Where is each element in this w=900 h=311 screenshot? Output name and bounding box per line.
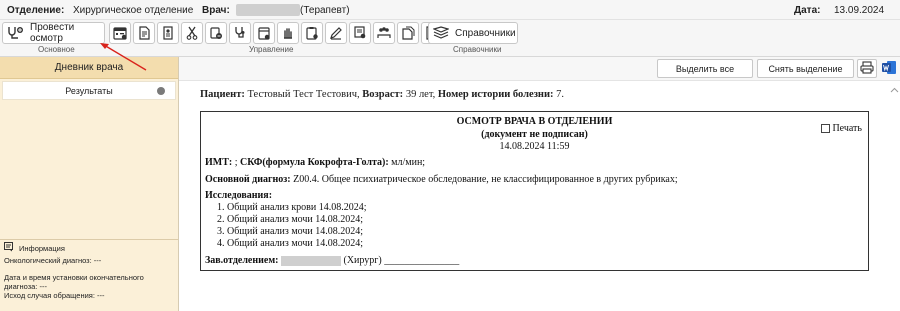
drugs-icon [209,26,223,40]
stethoscope-button[interactable] [229,22,251,44]
calendar-button[interactable] [253,22,275,44]
onco-diagnosis: Онкологический диагноз: --- [4,256,102,265]
document-icon [137,26,151,40]
vertical-scrollbar[interactable] [889,81,900,311]
sidebar: Дневник врача Результаты Информация Онко… [0,57,179,311]
study-item: 3. Общий анализ мочи 14.08.2024; [217,226,364,237]
head-label: Зав.отделением: [205,255,279,266]
print-checkbox[interactable]: Печать [821,123,862,134]
scissors-icon [185,26,199,40]
reference-button-label: Справочники [455,27,516,39]
head-signature-line: Зав.отделением: (Хирург) _______________ [205,255,459,266]
clipboard-button[interactable] [301,22,323,44]
clipboard-icon [305,26,319,40]
studies-label: Исследования: [205,190,273,201]
word-export-button[interactable] [879,59,898,78]
age-label: Возраст: [362,89,404,100]
certificate-icon [353,26,367,40]
age-value: 39 лет, [405,89,436,100]
study-item: 2. Общий анализ мочи 14.08.2024; [217,214,364,225]
calendar-list-icon [113,26,127,40]
sidebar-item-results[interactable]: Результаты [2,81,176,100]
stethoscope-icon [233,26,247,40]
pen-edit-button[interactable] [325,22,347,44]
stack-icon [433,26,449,40]
header-bar: Отделение: Хирургическое отделение Врач:… [0,0,900,20]
printer-doc-icon [161,26,175,40]
deselect-button[interactable]: Снять выделение [757,59,854,78]
diagnosis-label: Основной диагноз: [205,174,291,185]
content-toolbar: Выделить все Снять выделение [179,57,900,81]
info-title: Информация [19,243,65,253]
history-label: Номер истории болезни: [437,89,554,100]
folder-button[interactable] [397,22,419,44]
final-diagnosis-date: Дата и время установки окончательного ди… [4,273,144,291]
print-checkbox-label: Печать [832,123,862,134]
hand-icon [281,26,295,40]
info-panel: Информация Онкологический диагноз: --- Д… [0,239,178,311]
scroll-up-icon[interactable] [890,85,899,96]
exam-button[interactable]: Провести осмотр [2,22,105,44]
diagnosis-line: Основной диагноз: Z00.4. Общее психиатри… [205,174,678,185]
head-value: (Хирург) _______________ [343,255,460,266]
imt-skf-line: ИМТ: ; СКФ(формула Кокрофта-Голта): мл/м… [205,157,425,168]
doctor-label: Врач: [202,5,230,16]
exam-document: ОСМОТР ВРАЧА В ОТДЕЛЕНИИ (документ не по… [200,111,869,271]
status-dot [157,87,165,95]
skf-label: СКФ(формула Кокрофта-Голта): [240,157,389,168]
team-icon [377,26,391,40]
date-label: Дата: [794,5,821,16]
checkbox-box[interactable] [821,124,831,133]
patient-name: Тестовый Тест Тестович, [247,89,360,100]
scissors-button[interactable] [181,22,203,44]
drugs-button[interactable] [205,22,227,44]
select-all-button[interactable]: Выделить все [657,59,753,78]
group-refs-label: Справочники [453,45,502,54]
printer-doc-button[interactable] [157,22,179,44]
document-title: ОСМОТР ВРАЧА В ОТДЕЛЕНИИ [456,116,613,127]
hand-button[interactable] [277,22,299,44]
diagnosis-value: Z00.4. Общее психиатрическое обследовани… [290,174,678,185]
document-button[interactable] [133,22,155,44]
group-basic-label: Основное [38,45,75,54]
certificate-button[interactable] [349,22,371,44]
group-manage-label: Управление [249,45,294,54]
document-datetime: 14.08.2024 11:59 [499,141,570,152]
exam-icon [6,26,24,40]
study-item: 4. Общий анализ мочи 14.08.2024; [217,238,364,249]
team-button[interactable] [373,22,395,44]
case-outcome: Исход случая обращения: --- [4,291,105,300]
date-value: 13.09.2024 [834,5,885,16]
history-value: 7. [556,89,565,100]
document-subtitle: (документ не подписан) [481,129,588,140]
patient-label: Пациент: [200,89,245,100]
printer-icon [860,61,874,76]
study-item: 1. Общий анализ крови 14.08.2024; [217,202,367,213]
calendar-icon [257,26,271,40]
head-name-redacted [280,255,341,266]
info-icon [4,242,15,254]
pen-edit-icon [329,26,343,40]
reference-button[interactable]: Справочники [428,22,518,44]
word-icon [881,60,897,77]
toolbar: Провести осмотр Справочники Основное Упр… [0,20,900,57]
sidebar-tab-diary[interactable]: Дневник врача [0,57,178,79]
doctor-value: (Терапевт) [300,5,350,16]
department-value: Хирургическое отделение [73,5,194,16]
imt-value: ; [232,157,238,168]
patient-line: Пациент: Тестовый Тест Тестович, Возраст… [200,89,564,100]
skf-value: мл/мин; [388,157,426,168]
department-label: Отделение: [7,5,65,16]
print-button[interactable] [857,59,877,78]
imt-label: ИМТ: [205,157,233,168]
sidebar-item-label: Результаты [65,85,113,96]
exam-button-label: Провести осмотр [30,22,75,44]
calendar-list-button[interactable] [109,22,131,44]
doctor-name-redacted [236,4,300,16]
folder-icon [401,26,415,40]
